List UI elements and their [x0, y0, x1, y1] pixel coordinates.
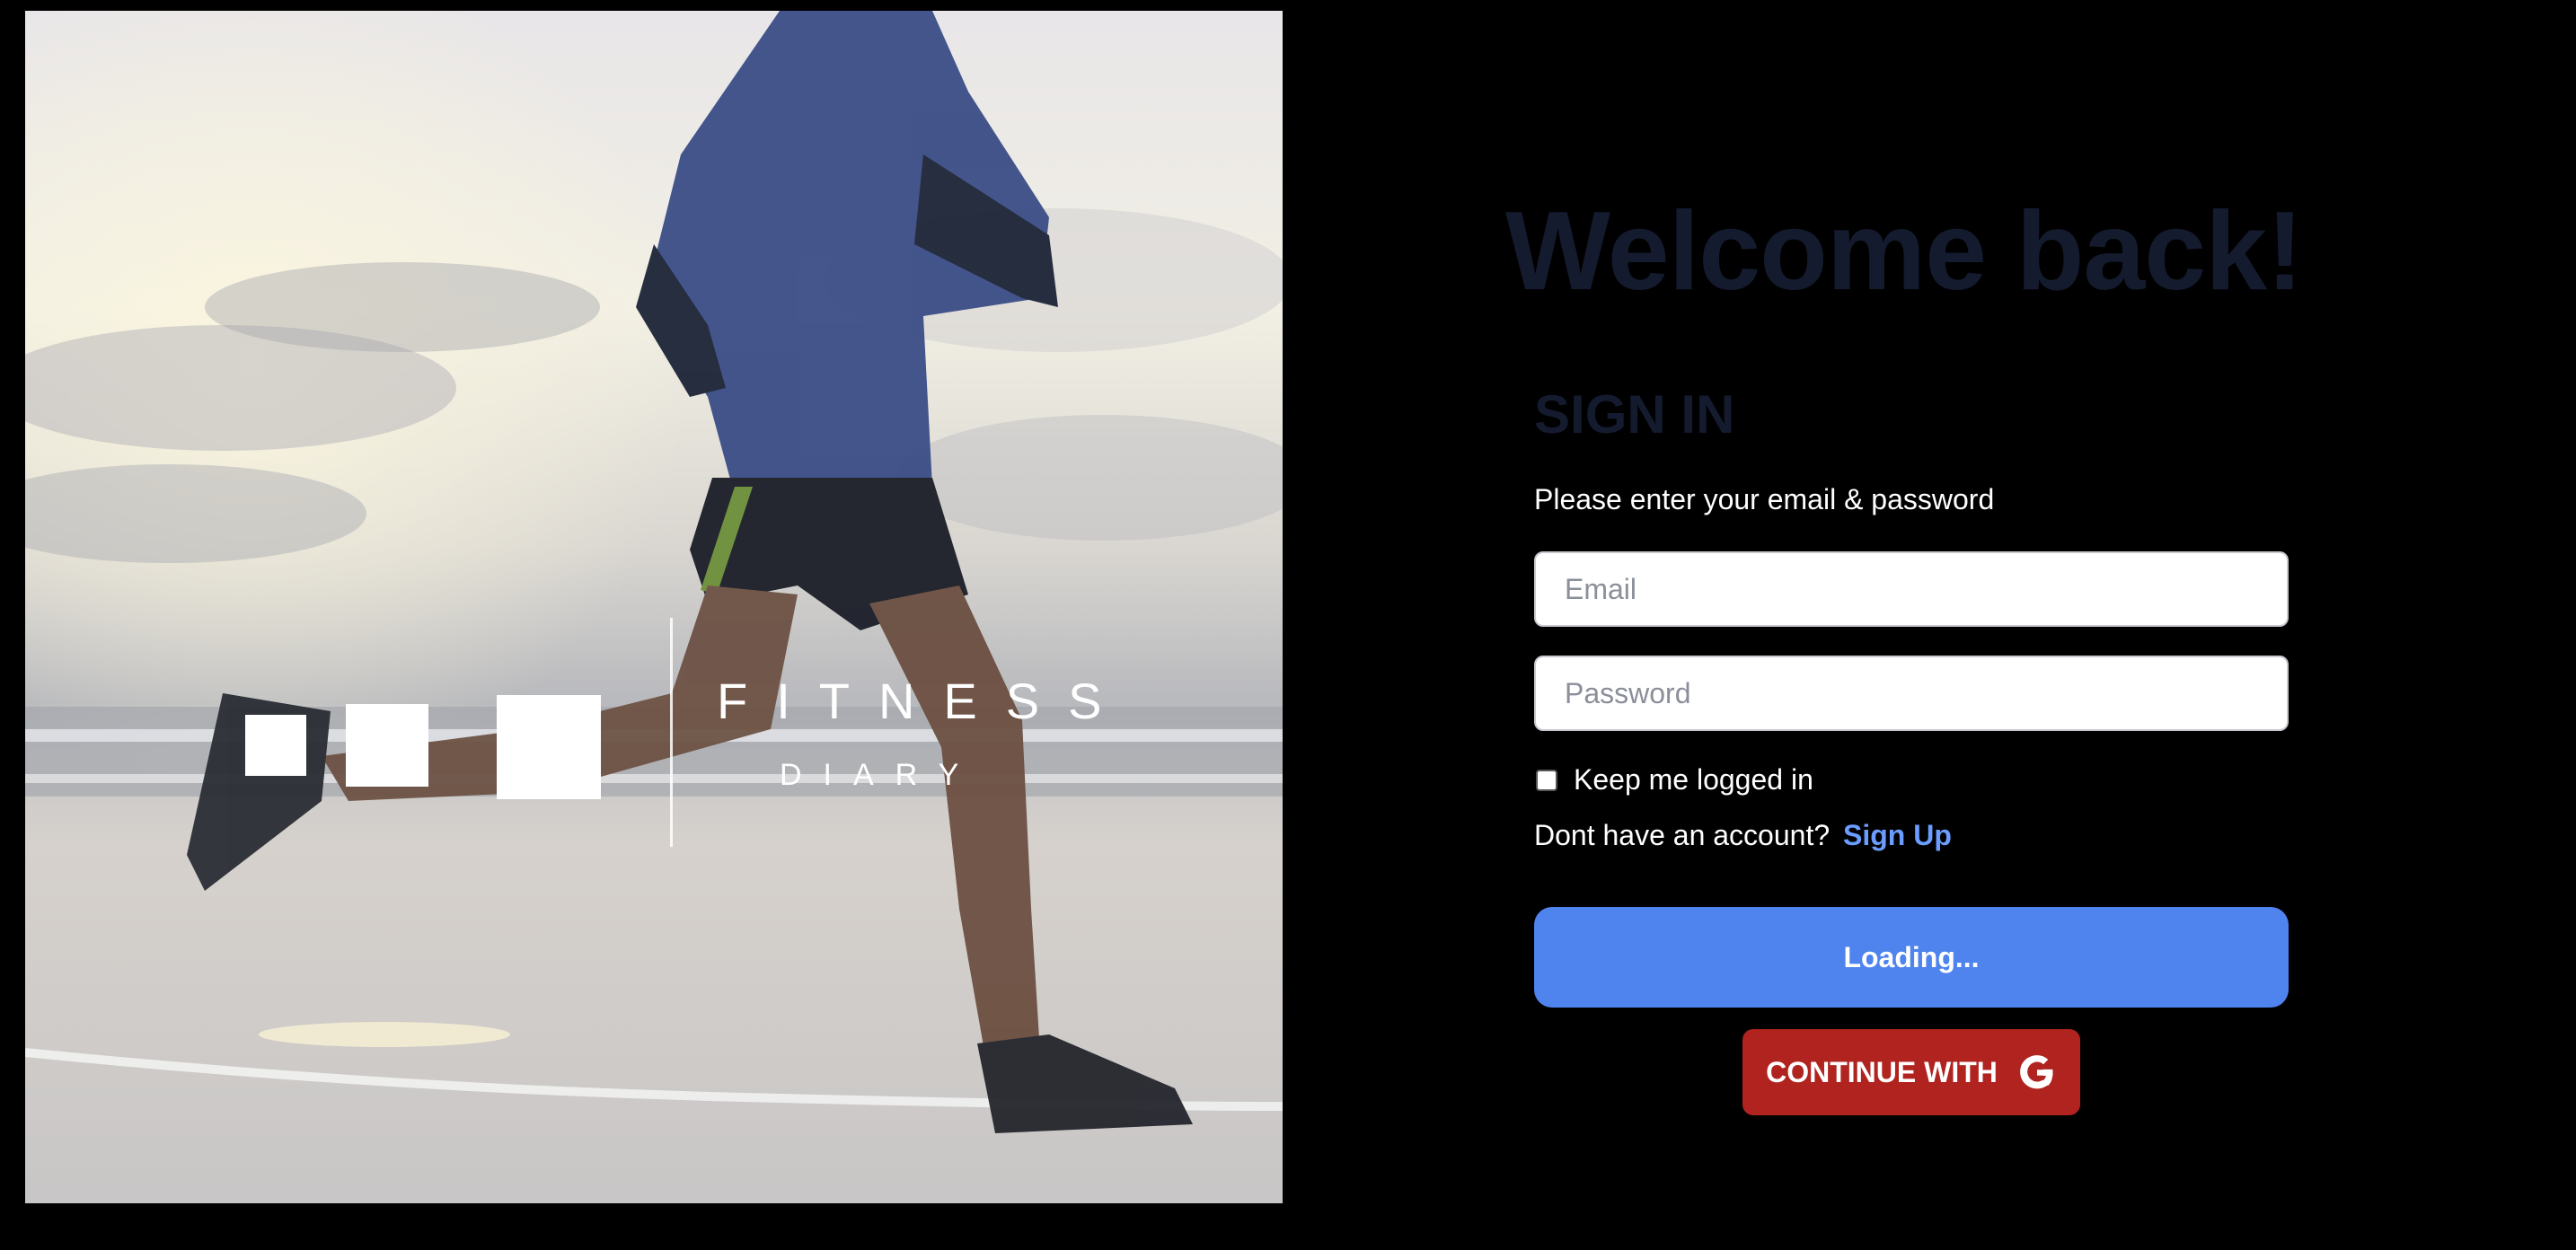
logo-wordmark: FITNESS: [717, 673, 1131, 729]
no-account-row: Dont have an account? Sign Up: [1534, 819, 1952, 852]
signin-instructions: Please enter your email & password: [1534, 483, 1995, 515]
email-field[interactable]: [1534, 551, 2289, 627]
google-button-label: CONTINUE WITH: [1766, 1055, 1998, 1088]
signin-title: SIGN IN: [1534, 384, 1735, 445]
password-field[interactable]: [1534, 656, 2289, 731]
keep-logged-in-row[interactable]: Keep me logged in: [1534, 763, 1813, 797]
logo-subtitle: DIARY: [780, 758, 981, 792]
logo-square-medium: [346, 704, 428, 787]
google-g-icon: [2019, 1055, 2053, 1089]
logo-square-large: [497, 695, 601, 799]
keep-logged-in-checkbox[interactable]: [1536, 769, 1557, 791]
signin-submit-button[interactable]: Loading...: [1534, 907, 2289, 1008]
logo-square-small: [245, 715, 306, 776]
hero-image: FITNESS DIARY: [25, 11, 1283, 1203]
continue-with-google-button[interactable]: CONTINUE WITH: [1742, 1029, 2080, 1115]
keep-logged-in-label: Keep me logged in: [1574, 763, 1813, 796]
logo-divider: [670, 618, 673, 847]
signup-link[interactable]: Sign Up: [1843, 819, 1952, 851]
no-account-text: Dont have an account?: [1534, 819, 1831, 851]
runner-photo: [25, 11, 1283, 1203]
welcome-heading: Welcome back!: [1505, 189, 2304, 313]
